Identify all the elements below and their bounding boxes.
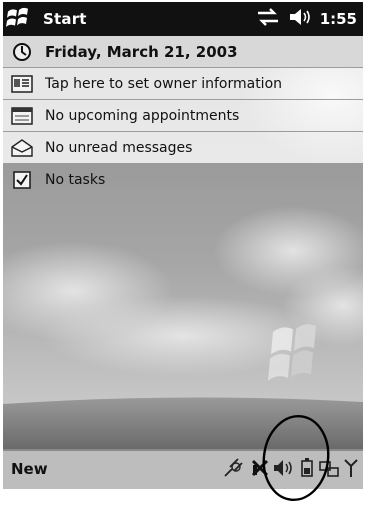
clock[interactable]: 1:55 [320, 10, 357, 28]
start-menu-icon[interactable] [5, 6, 33, 32]
start-label[interactable]: Start [43, 10, 87, 28]
annotation-circle [262, 414, 330, 502]
tasks-checkbox-icon [9, 169, 35, 191]
status-icons: 1:55 [256, 8, 357, 30]
owner-card-icon [9, 73, 35, 95]
date-text: Friday, March 21, 2003 [45, 42, 238, 61]
messages-text: No unread messages [45, 139, 193, 156]
messages-row[interactable]: No unread messages [3, 132, 363, 164]
today-list: Friday, March 21, 2003 Tap here to set o… [3, 36, 363, 195]
appointments-row[interactable]: No upcoming appointments [3, 100, 363, 132]
today-date-row[interactable]: Friday, March 21, 2003 [3, 36, 363, 68]
calendar-icon [9, 105, 35, 127]
appointments-text: No upcoming appointments [45, 107, 240, 124]
tasks-text: No tasks [45, 171, 106, 188]
envelope-icon [9, 137, 35, 159]
connectivity-icon[interactable] [256, 8, 280, 30]
title-bar: Start 1:55 [3, 2, 363, 36]
clock-icon [9, 41, 35, 63]
new-menu-button[interactable]: New [11, 460, 48, 478]
tasks-row[interactable]: No tasks [3, 164, 363, 195]
owner-info-text: Tap here to set owner information [45, 75, 283, 92]
speaker-icon[interactable] [288, 8, 312, 30]
connection-plug-icon[interactable] [222, 457, 248, 483]
owner-info-row[interactable]: Tap here to set owner information [3, 68, 363, 100]
